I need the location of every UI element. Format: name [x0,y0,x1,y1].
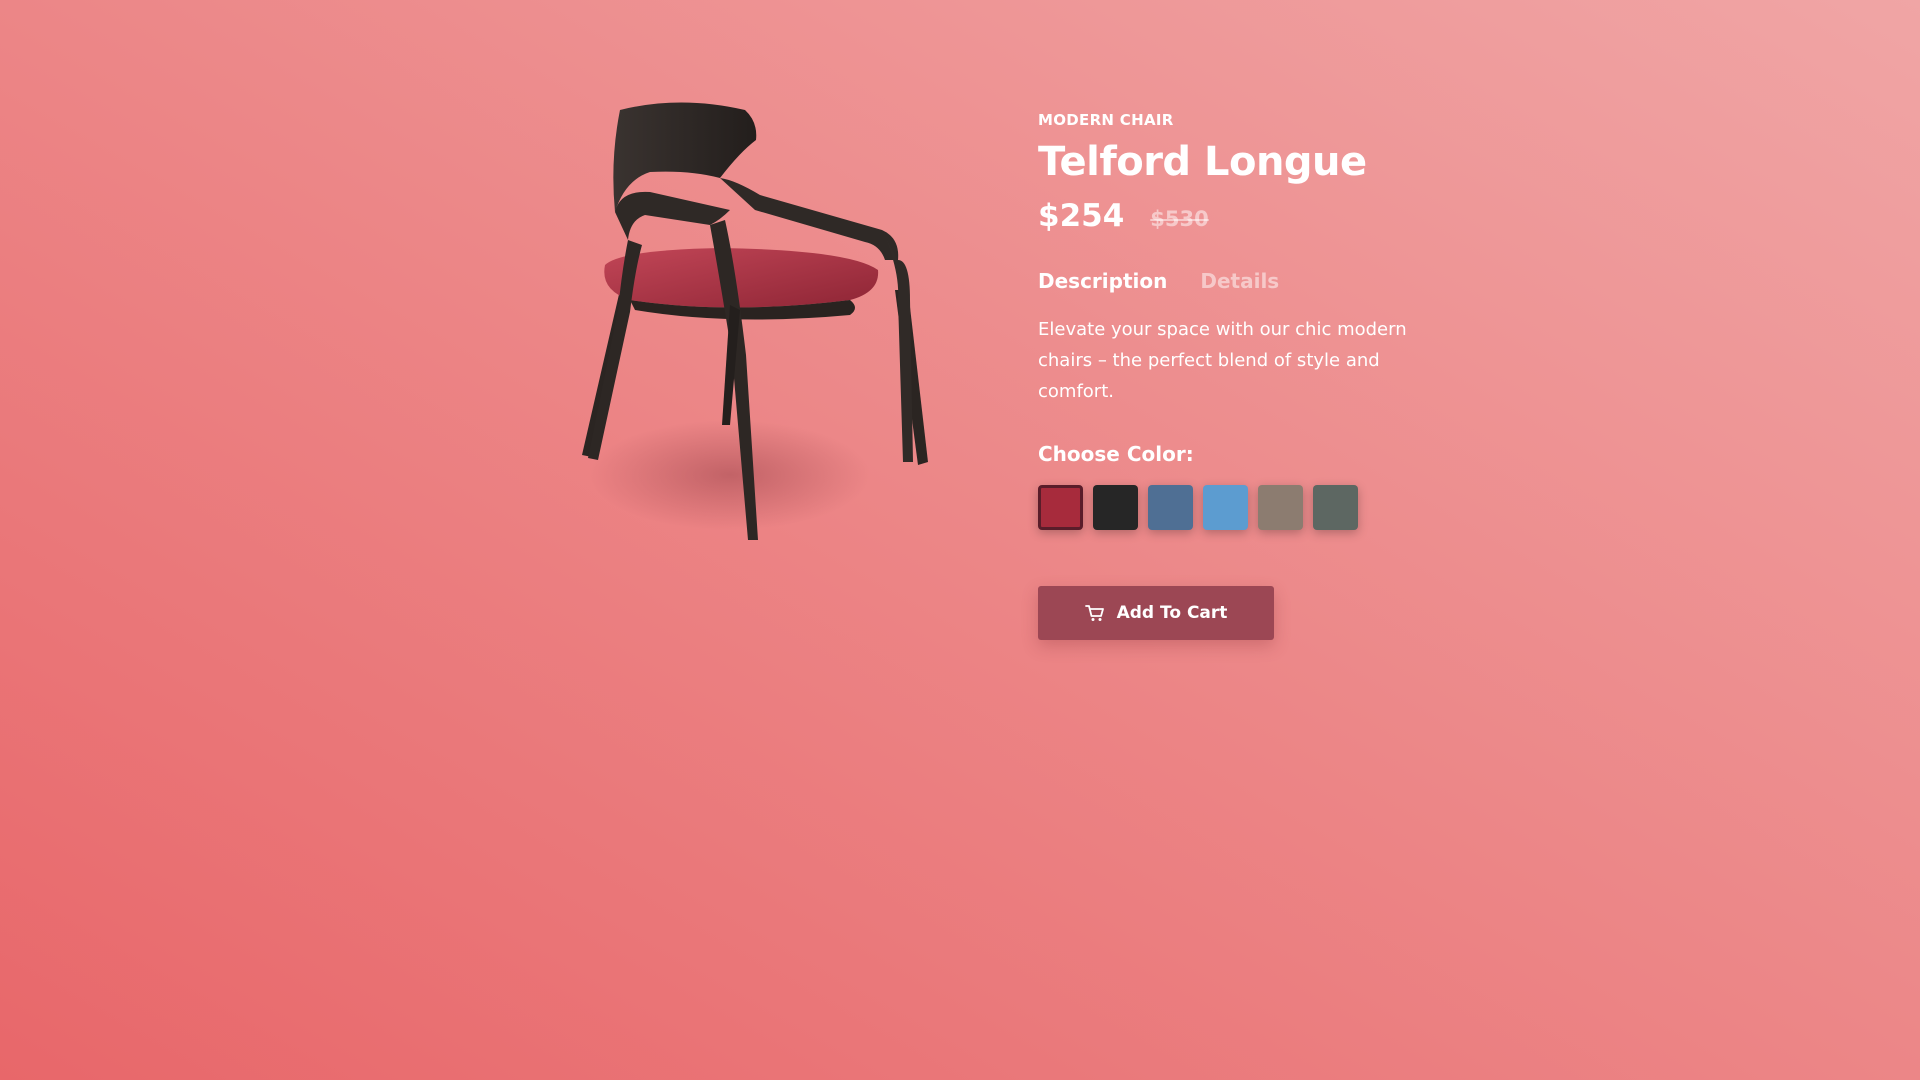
product-tabs: Description Details [1038,266,1438,296]
cart-icon [1084,603,1105,623]
add-to-cart-label: Add To Cart [1116,603,1228,623]
add-to-cart-button[interactable]: Add To Cart [1038,586,1274,640]
choose-color-label: Choose Color: [1038,442,1194,466]
chair-image [582,102,928,540]
original-price: $530 [1150,207,1209,231]
price-row: $254 $530 [1038,196,1438,240]
product-image [560,100,960,580]
product-title: Telford Longue [1038,139,1367,185]
color-swatches [1038,485,1438,530]
product-category: MODERN CHAIR [1038,111,1174,129]
tab-details[interactable]: Details [1200,269,1279,293]
color-swatch-slate-gray[interactable] [1313,485,1358,530]
color-swatch-black[interactable] [1093,485,1138,530]
color-swatch-sky-blue[interactable] [1203,485,1248,530]
current-price: $254 [1038,198,1125,234]
tab-description[interactable]: Description [1038,269,1167,293]
color-swatch-red[interactable] [1038,485,1083,530]
product-panel: MODERN CHAIR Telford Longue $254 $530 De… [1038,110,1438,640]
product-description: Elevate your space with our chic modern … [1038,319,1407,402]
color-swatch-taupe[interactable] [1258,485,1303,530]
color-swatch-denim[interactable] [1148,485,1193,530]
